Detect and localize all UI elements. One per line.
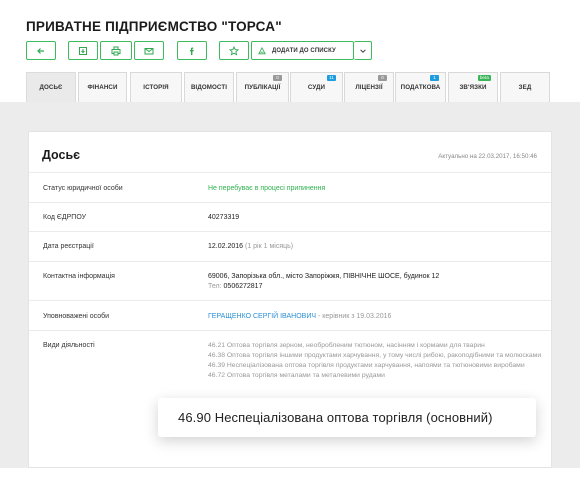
activity-item: 46.39 Неспеціалізована оптова торгівля п… xyxy=(208,362,525,369)
tab-history[interactable]: ІСТОРІЯ xyxy=(130,72,182,102)
updated-timestamp: Актуально на 22.03.2017, 16:50:46 xyxy=(438,153,537,160)
activity-item: 46.38 Оптова торгівля іншими продуктами … xyxy=(208,352,542,359)
tab-label: ПОДАТКОВА xyxy=(400,84,441,91)
list-icon xyxy=(258,46,266,54)
tab-dossier[interactable]: ДОСЬЄ xyxy=(26,72,76,102)
tab-connections[interactable]: ЗВ'ЯЗКИ beta xyxy=(448,72,498,102)
edrpou-value: 40273319 xyxy=(208,214,240,221)
tab-label: ЛІЦЕНЗІЇ xyxy=(355,84,383,91)
registration-date: 12.02.2016 xyxy=(208,243,244,250)
status-value: Не перебуває в процесі припинення xyxy=(208,185,326,192)
licenses-badge: 0 xyxy=(378,75,387,81)
star-icon xyxy=(229,45,239,55)
courts-badge: 11 xyxy=(327,75,336,81)
tax-badge: 1 xyxy=(430,75,439,81)
back-button[interactable] xyxy=(26,41,56,60)
add-to-list-dropdown[interactable] xyxy=(354,41,372,60)
add-to-list-label: ДОДАТИ ДО СПИСКУ xyxy=(272,47,336,54)
persons-value: ГЕРАЩЕНКО СЕРГІЙ ІВАНОВИЧ - керівник з 1… xyxy=(208,312,391,322)
chevron-down-icon xyxy=(359,48,366,53)
status-label: Статус юридичної особи xyxy=(43,185,123,192)
print-icon xyxy=(111,46,121,55)
card-title: Досьє xyxy=(42,148,81,162)
phone: 0506272817 xyxy=(223,283,263,290)
phone-label: Тел: xyxy=(208,283,222,290)
publications-badge: 0 xyxy=(273,75,282,81)
contact-row: Контактна інформація 69006, Запорізька о… xyxy=(29,261,551,300)
tab-courts[interactable]: СУДИ 11 xyxy=(290,72,343,102)
tab-licenses[interactable]: ЛІЦЕНЗІЇ 0 xyxy=(344,72,394,102)
tab-label: ЗВ'ЯЗКИ xyxy=(459,84,487,91)
facebook-share-button[interactable] xyxy=(177,41,207,60)
address: 69006, Запорізька обл., місто Запоріжжя,… xyxy=(208,273,440,280)
tab-label: ІСТОРІЯ xyxy=(143,84,169,91)
edrpou-label: Код ЄДРПОУ xyxy=(43,214,87,221)
tab-label: ФІНАНСИ xyxy=(87,84,118,91)
tab-label: ДОСЬЄ xyxy=(39,84,63,91)
tab-label: ПУБЛІКАЦІЇ xyxy=(244,84,281,91)
back-arrow-icon xyxy=(37,47,44,54)
tab-records[interactable]: ВІДОМОСТІ xyxy=(184,72,234,102)
person-link[interactable]: ГЕРАЩЕНКО СЕРГІЙ ІВАНОВИЧ xyxy=(208,313,316,320)
print-button[interactable] xyxy=(100,41,132,60)
persons-row: Уповноважені особи ГЕРАЩЕНКО СЕРГІЙ ІВАН… xyxy=(29,300,551,330)
facebook-icon xyxy=(190,47,194,55)
activities-list: 46.21 Оптова торгівля зерном, необроблен… xyxy=(208,341,548,381)
email-button[interactable] xyxy=(134,41,164,60)
tab-publications[interactable]: ПУБЛІКАЦІЇ 0 xyxy=(236,72,289,102)
status-row: Статус юридичної особи Не перебуває в пр… xyxy=(29,172,551,202)
registration-row: Дата реєстрації 12.02.2016 (1 рік 1 міся… xyxy=(29,231,551,261)
registration-age: (1 рік 1 місяць) xyxy=(245,243,294,250)
activities-label: Види діяльності xyxy=(43,342,95,349)
tab-tax[interactable]: ПОДАТКОВА 1 xyxy=(395,72,446,102)
footer-strip xyxy=(0,468,580,495)
tab-label: ВІДОМОСТІ xyxy=(190,84,228,91)
email-icon xyxy=(144,47,154,54)
contact-label: Контактна інформація xyxy=(43,273,115,280)
page-title: ПРИВАТНЕ ПІДПРИЄМСТВО "ТОРСА" xyxy=(26,19,282,34)
person-role: - керівник з 19.03.2016 xyxy=(317,313,392,320)
edrpou-row: Код ЄДРПОУ 40273319 xyxy=(29,202,551,231)
tab-label: ЗЕД xyxy=(518,84,532,91)
activity-item: 46.72 Оптова торгівля металами та метале… xyxy=(208,372,385,379)
favorite-button[interactable] xyxy=(219,41,249,60)
activity-item: 46.21 Оптова торгівля зерном, необроблен… xyxy=(208,342,485,349)
tab-label: СУДИ xyxy=(307,84,326,91)
download-icon xyxy=(79,46,87,55)
main-activity-callout: 46.90 Неспеціалізована оптова торгівля (… xyxy=(158,398,536,437)
registration-label: Дата реєстрації xyxy=(43,243,94,250)
add-to-list-button[interactable]: ДОДАТИ ДО СПИСКУ xyxy=(251,41,354,60)
contact-value: 69006, Запорізька обл., місто Запоріжжя,… xyxy=(208,272,439,292)
tab-finance[interactable]: ФІНАНСИ xyxy=(78,72,127,102)
registration-value: 12.02.2016 (1 рік 1 місяць) xyxy=(208,242,293,252)
persons-label: Уповноважені особи xyxy=(43,313,110,320)
tab-foreign-trade[interactable]: ЗЕД xyxy=(500,72,550,102)
connections-badge: beta xyxy=(477,75,491,81)
download-button[interactable] xyxy=(68,41,98,60)
